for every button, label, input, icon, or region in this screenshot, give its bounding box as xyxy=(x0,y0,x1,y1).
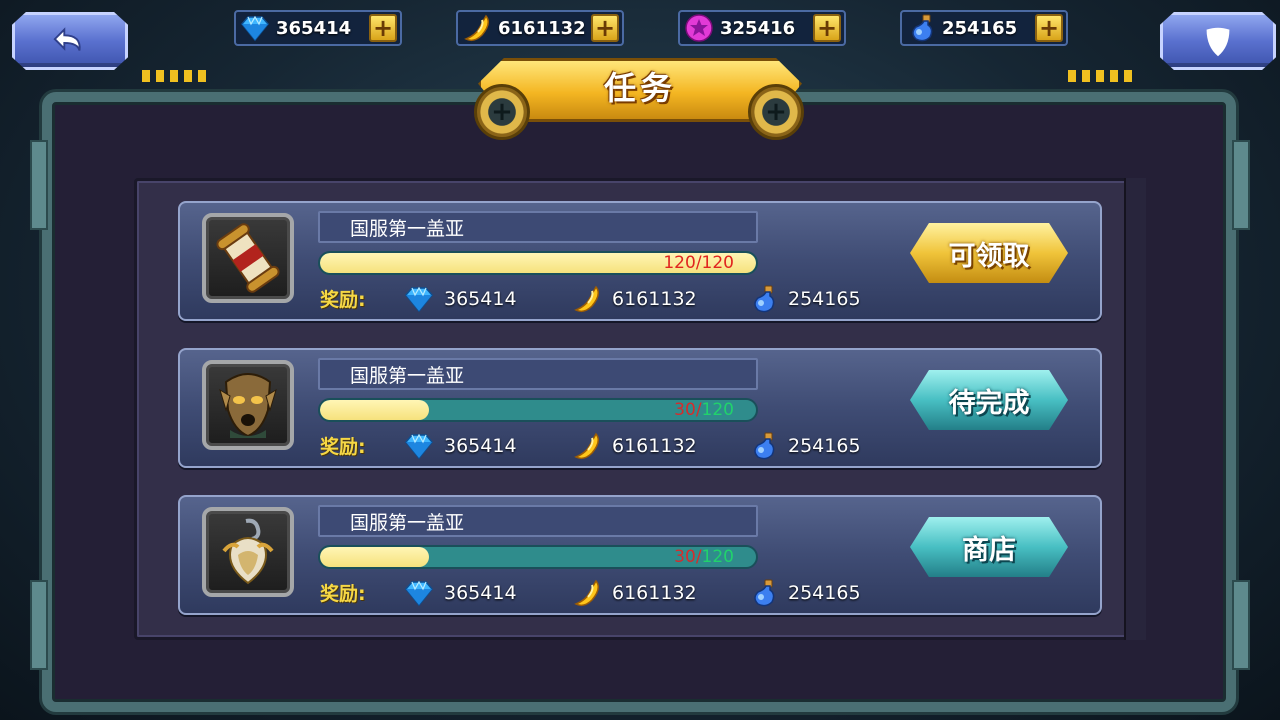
reward-label: 奖励: xyxy=(320,583,366,605)
reward-diamond: 365414 xyxy=(404,281,517,317)
reward-gold: 6161132 xyxy=(572,575,697,611)
task-rewards: 奖励: 365414 6161132 254165 xyxy=(320,428,880,464)
progress-fill xyxy=(320,547,429,567)
diamond-icon xyxy=(238,11,272,45)
star-gem-count: 325416 xyxy=(720,17,796,39)
diamond-count: 365414 xyxy=(276,17,352,39)
diamond-icon xyxy=(405,580,433,607)
reward-potion: 254165 xyxy=(748,428,861,464)
gold-ingot-icon xyxy=(574,432,599,460)
shop-button[interactable]: 商店 xyxy=(910,517,1068,577)
add-diamond-button[interactable]: + xyxy=(369,14,397,42)
resource-gold: 6161132 + xyxy=(456,10,624,46)
reward-gold: 6161132 xyxy=(572,428,697,464)
pending-button[interactable]: 待完成 xyxy=(910,370,1068,430)
gold-ingot-icon xyxy=(574,285,599,313)
task-name: 国服第一盖亚 xyxy=(350,217,465,240)
task-name-box: 国服第一盖亚 xyxy=(318,358,758,390)
progress-current: 30 xyxy=(674,400,696,420)
resource-star-gem: 325416 + xyxy=(678,10,846,46)
progress-max: 120 xyxy=(701,400,734,420)
reward-diamond-value: 365414 xyxy=(444,582,517,604)
task-row: 国服第一盖亚 120/120 奖励: 365414 6161132 254165… xyxy=(178,201,1102,321)
task-row: 国服第一盖亚 30/120 奖励: 365414 6161132 254165 … xyxy=(178,495,1102,615)
mask-icon xyxy=(219,373,277,438)
amulet-icon xyxy=(222,518,274,585)
add-star-gem-button[interactable]: + xyxy=(813,14,841,42)
frame-strut-right-bottom xyxy=(1232,580,1250,670)
reward-diamond-value: 365414 xyxy=(444,435,517,457)
progress-max: 120 xyxy=(701,253,734,273)
frame-strut-left-top xyxy=(30,140,48,230)
potion-icon xyxy=(754,432,775,460)
task-name-box: 国服第一盖亚 xyxy=(318,211,758,243)
frame-strut-left-bottom xyxy=(30,580,48,670)
add-gold-button[interactable]: + xyxy=(591,14,619,42)
progress-text: 30/120 xyxy=(674,400,734,420)
progress-max: 120 xyxy=(701,547,734,567)
page-title: 任务 xyxy=(603,69,676,107)
reward-diamond: 365414 xyxy=(404,428,517,464)
potion-icon xyxy=(904,11,938,45)
potion-icon xyxy=(754,285,775,313)
task-rewards: 奖励: 365414 6161132 254165 xyxy=(320,575,880,611)
shield-icon xyxy=(1206,27,1230,57)
reward-potion: 254165 xyxy=(748,281,861,317)
shield-button[interactable] xyxy=(1160,12,1276,70)
bolt-icon: + xyxy=(474,84,530,140)
reward-potion-value: 254165 xyxy=(788,435,861,457)
reward-label: 奖励: xyxy=(320,289,366,311)
gold-count: 6161132 xyxy=(498,17,586,39)
reward-label: 奖励: xyxy=(320,436,366,458)
back-button[interactable] xyxy=(12,12,128,70)
star-gem-icon xyxy=(682,11,716,45)
claim-button[interactable]: 可领取 xyxy=(910,223,1068,283)
back-arrow-icon xyxy=(53,27,81,51)
potion-count: 254165 xyxy=(942,17,1018,39)
diamond-icon xyxy=(405,433,433,460)
resource-diamond: 365414 + xyxy=(234,10,402,46)
progress-text: 120/120 xyxy=(663,253,734,273)
diamond-icon xyxy=(405,286,433,313)
reward-gold-value: 6161132 xyxy=(612,288,697,310)
task-name: 国服第一盖亚 xyxy=(350,511,465,534)
reward-gold-value: 6161132 xyxy=(612,435,697,457)
task-row: 国服第一盖亚 30/120 奖励: 365414 6161132 254165 … xyxy=(178,348,1102,468)
gold-ingot-icon xyxy=(574,579,599,607)
hazard-stripe-right xyxy=(1068,70,1138,82)
task-progress-bar: 30/120 xyxy=(318,545,758,569)
progress-current: 120 xyxy=(663,253,696,273)
task-rewards: 奖励: 365414 6161132 254165 xyxy=(320,281,880,317)
reward-potion-value: 254165 xyxy=(788,288,861,310)
reward-gold: 6161132 xyxy=(572,281,697,317)
task-item-frame xyxy=(202,507,294,597)
progress-current: 30 xyxy=(674,547,696,567)
task-name-box: 国服第一盖亚 xyxy=(318,505,758,537)
scroll-icon xyxy=(216,223,280,293)
frame-strut-right-top xyxy=(1232,140,1250,230)
reward-diamond: 365414 xyxy=(404,575,517,611)
add-potion-button[interactable]: + xyxy=(1035,14,1063,42)
task-progress-bar: 30/120 xyxy=(318,398,758,422)
reward-potion-value: 254165 xyxy=(788,582,861,604)
reward-diamond-value: 365414 xyxy=(444,288,517,310)
potion-icon xyxy=(754,579,775,607)
progress-fill xyxy=(320,400,429,420)
hazard-stripe-left xyxy=(142,70,212,82)
reward-potion: 254165 xyxy=(748,575,861,611)
resource-potion: 254165 + xyxy=(900,10,1068,46)
task-item-frame xyxy=(202,213,294,303)
task-progress-bar: 120/120 xyxy=(318,251,758,275)
task-list-scrollbar[interactable] xyxy=(1124,178,1146,640)
task-name: 国服第一盖亚 xyxy=(350,364,465,387)
bolt-icon: + xyxy=(748,84,804,140)
gold-ingot-icon xyxy=(460,11,494,45)
progress-text: 30/120 xyxy=(674,547,734,567)
task-item-frame xyxy=(202,360,294,450)
reward-gold-value: 6161132 xyxy=(612,582,697,604)
